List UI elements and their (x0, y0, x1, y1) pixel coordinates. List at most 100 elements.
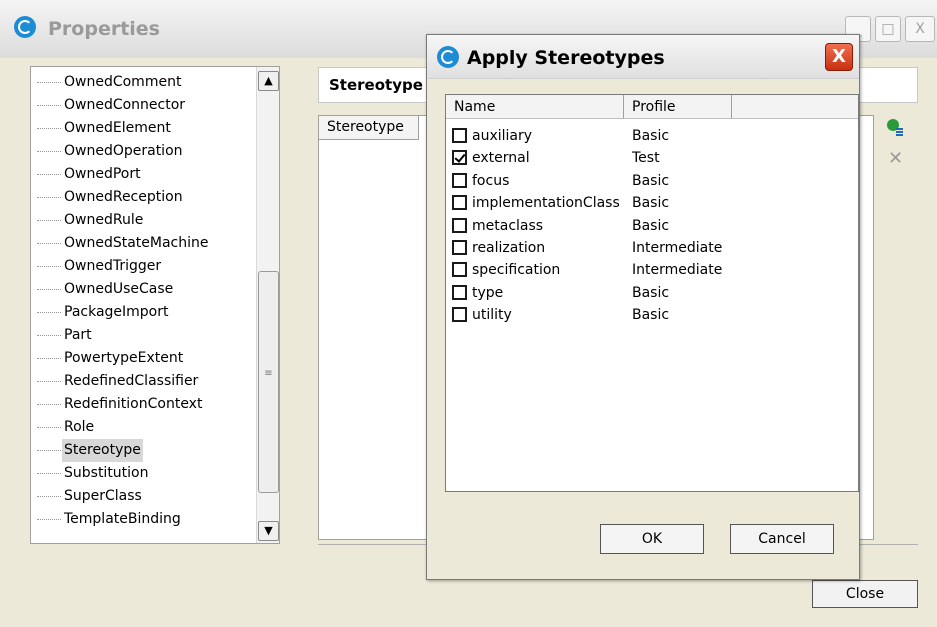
stereotype-checkbox[interactable] (452, 284, 467, 300)
tree-item-label: Stereotype (62, 439, 143, 462)
scroll-down-button[interactable]: ▼ (258, 521, 279, 541)
tree-item[interactable]: Role (31, 416, 257, 439)
stereotype-row[interactable]: focus Basic (446, 171, 856, 193)
tree-connector (37, 519, 61, 520)
tree-item[interactable]: SuperClass (31, 485, 257, 508)
tree-item[interactable]: Part (31, 324, 257, 347)
remove-stereotype-icon[interactable]: ✕ (888, 148, 903, 169)
tree-item[interactable]: OwnedRule (31, 209, 257, 232)
tree-item-label: OwnedOperation (64, 143, 183, 159)
stereotype-row[interactable]: specification Intermediate (446, 260, 856, 282)
tree-connector (37, 289, 61, 290)
window-close-button[interactable]: X (905, 16, 935, 42)
stereotype-checkbox[interactable] (452, 262, 467, 278)
stereotype-profile: Basic (632, 307, 670, 324)
tree-item-label: OwnedPort (64, 166, 141, 182)
tree-item[interactable]: OwnedOperation (31, 140, 257, 163)
tree-connector (37, 335, 61, 336)
tree-connector (37, 82, 61, 83)
cancel-button[interactable]: Cancel (730, 524, 834, 554)
tree-connector (37, 358, 61, 359)
stereotype-checkbox[interactable] (452, 172, 467, 188)
tree-item[interactable]: OwnedComment (31, 71, 257, 94)
stereotype-name: implementationClass (472, 195, 620, 212)
tree-item[interactable]: PackageImport (31, 301, 257, 324)
stereotype-checkbox[interactable] (452, 195, 467, 211)
tree-item[interactable]: Substitution (31, 462, 257, 485)
tree-item[interactable]: PowertypeExtent (31, 347, 257, 370)
stereotype-profile: Basic (632, 172, 670, 189)
tree-item-label: RedefinedClassifier (64, 373, 199, 389)
stereotype-checkbox[interactable] (452, 217, 467, 233)
stereotype-row[interactable]: implementationClass Basic (446, 193, 856, 215)
window-title: Properties (48, 18, 160, 40)
tree-item[interactable]: RedefinitionContext (31, 393, 257, 416)
tree-item-label: PackageImport (64, 304, 169, 320)
tree-connector (37, 381, 61, 382)
tree-connector (37, 266, 61, 267)
close-button[interactable]: Close (812, 580, 918, 608)
stereotype-row[interactable]: realization Intermediate (446, 238, 856, 260)
tree-item[interactable]: OwnedStateMachine (31, 232, 257, 255)
tree-connector (37, 473, 61, 474)
stereotype-name: realization (472, 240, 546, 256)
stereotype-checkbox[interactable] (452, 150, 467, 166)
maximize-button[interactable]: □ (875, 16, 901, 42)
tree-connector (37, 427, 61, 428)
stereotype-row[interactable]: auxiliary Basic (446, 126, 856, 148)
feature-tree[interactable]: OwnedComment OwnedConnector OwnedElement Ow… (30, 66, 280, 544)
tree-item-label: OwnedStateMachine (64, 235, 209, 251)
tree-connector (37, 496, 61, 497)
scroll-grip-icon: ≡ (264, 368, 273, 379)
stereotype-checkbox[interactable] (452, 307, 467, 323)
stereotype-profile: Basic (632, 217, 670, 234)
tree-item-label: OwnedRule (64, 212, 144, 228)
tree-scrollbar[interactable]: ▲ ≡ ▼ (256, 67, 279, 543)
scroll-thumb[interactable]: ≡ (258, 271, 279, 493)
stereotype-profile: Intermediate (632, 262, 723, 279)
tree-item[interactable]: OwnedUseCase (31, 278, 257, 301)
ok-button[interactable]: OK (600, 524, 704, 554)
tree-item-label: OwnedTrigger (64, 258, 162, 274)
tree-connector (37, 197, 61, 198)
tree-item[interactable]: RedefinedClassifier (31, 370, 257, 393)
stereotype-row[interactable]: metaclass Basic (446, 216, 856, 238)
tree-item-label: OwnedReception (64, 189, 183, 205)
stereotype-name: specification (472, 262, 561, 279)
stereotype-profile: Test (632, 150, 660, 167)
add-stereotype-icon[interactable] (886, 118, 904, 136)
stereotype-checkbox[interactable] (452, 128, 467, 143)
stereotype-profile: Basic (632, 195, 670, 212)
tree-item-label: OwnedUseCase (64, 281, 174, 297)
tree-item[interactable]: Stereotype (31, 439, 257, 462)
panel-header-label: Stereotype (329, 76, 423, 94)
tree-connector (37, 151, 61, 152)
stereotype-row[interactable]: utility Basic (446, 305, 856, 327)
tree-item[interactable]: OwnedReception (31, 186, 257, 209)
tree-connector (37, 128, 61, 129)
tree-item[interactable]: TemplateBinding (31, 508, 257, 531)
tree-connector (37, 105, 61, 106)
dialog-titlebar[interactable]: Apply Stereotypes X (427, 35, 859, 79)
stereotype-row[interactable]: type Basic (446, 283, 856, 305)
stereotype-name: type (472, 284, 504, 301)
tree-item[interactable]: OwnedPort (31, 163, 257, 186)
stereotype-name: auxiliary (472, 128, 533, 144)
tree-item[interactable]: OwnedElement (31, 117, 257, 140)
tree-item[interactable]: OwnedConnector (31, 94, 257, 117)
dialog-title: Apply Stereotypes (467, 47, 665, 69)
profile-column-header[interactable]: Profile (624, 95, 732, 119)
tree-item-label: TemplateBinding (64, 511, 181, 527)
tree-item[interactable]: OwnedTrigger (31, 255, 257, 278)
stereotype-name: external (472, 150, 530, 167)
name-column-header[interactable]: Name (446, 95, 624, 119)
stereotype-checkbox[interactable] (452, 240, 467, 255)
tree-item-label: OwnedConnector (64, 97, 186, 113)
stereotype-list[interactable]: Name Profile auxiliary Basic external Test f… (445, 94, 859, 492)
stereotype-row[interactable]: external Test (446, 148, 856, 170)
tree-connector (37, 312, 61, 313)
stereotype-column-header[interactable]: Stereotype (319, 116, 419, 140)
stereotype-profile: Basic (632, 284, 670, 301)
scroll-up-button[interactable]: ▲ (258, 71, 279, 91)
dialog-close-button[interactable]: X (825, 43, 853, 71)
